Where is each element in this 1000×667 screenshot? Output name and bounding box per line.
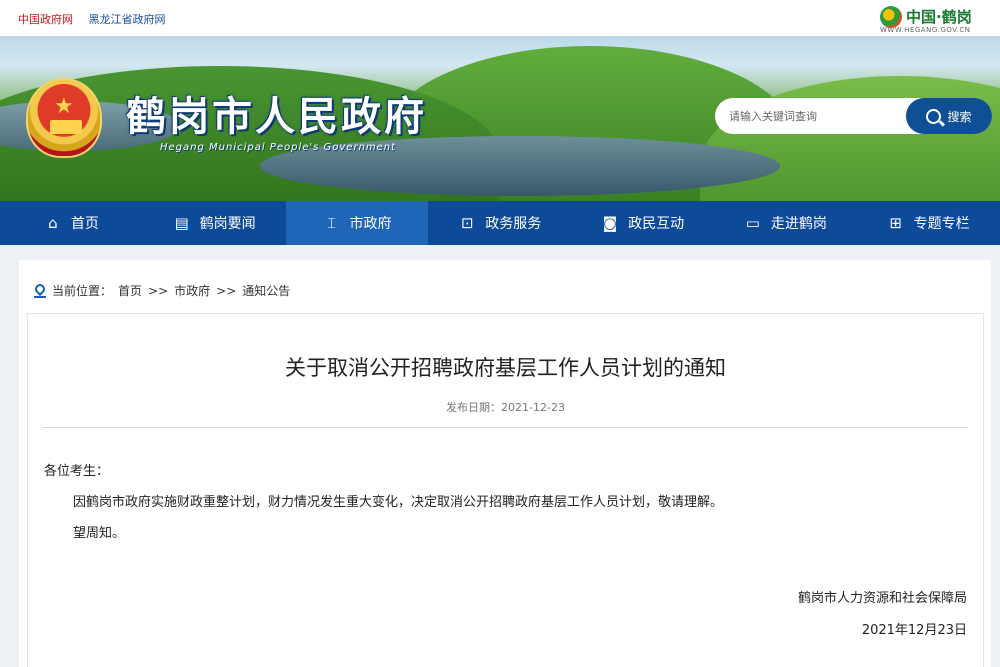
header-banner: ★ 鹤岗市人民政府 Hegang Municipal People's Gove… xyxy=(0,36,1000,202)
article-date: 发布日期：2021-12-23 xyxy=(446,401,565,414)
nav-item-interaction[interactable]: ◙ 政民互动 xyxy=(571,201,714,245)
signature-date: 2021年12月23日 xyxy=(861,623,967,638)
brand-url: WWW.HEGANG.GOV.CN xyxy=(880,26,971,34)
brand-name: 中国·鹤岗 xyxy=(906,8,972,26)
search-box: 搜索 xyxy=(715,98,992,134)
top-bar: 中国政府网 黑龙江省政府网 中国·鹤岗 WWW.HEGANG.GOV.CN xyxy=(0,0,1000,36)
title-divider xyxy=(42,427,968,428)
main-nav: ⌂ 首页 ▤ 鹤岗要闻 ⌶ 市政府 ⊡ 政务服务 ◙ 政民互动 ▭ 走进鹤岗 ⊞… xyxy=(0,201,1000,245)
nav-item-city-government[interactable]: ⌶ 市政府 xyxy=(285,201,429,245)
national-emblem-icon: ★ xyxy=(26,78,102,158)
nav-item-label: 专题专栏 xyxy=(913,216,970,232)
government-building-icon: ⌶ xyxy=(326,214,336,232)
hegang-logo-icon xyxy=(880,6,902,28)
document-icon: ▤ xyxy=(174,214,189,232)
nav-item-label: 市政府 xyxy=(349,216,392,232)
signature-organization: 鹤岗市人力资源和社会保障局 xyxy=(797,591,967,606)
breadcrumb-separator: >> xyxy=(216,283,237,298)
chat-icon: ◙ xyxy=(602,214,618,232)
site-title[interactable]: 鹤岗市人民政府 xyxy=(126,84,427,142)
service-icon: ⊡ xyxy=(460,214,474,232)
nav-item-government-services[interactable]: ⊡ 政务服务 xyxy=(428,201,571,245)
site-subtitle: Hegang Municipal People's Government xyxy=(160,142,397,153)
breadcrumb: 当前位置： 首页 >> 市政府 >> 通知公告 xyxy=(34,282,290,299)
location-pin-icon xyxy=(34,284,46,298)
article-paragraph: 因鹤岗市政府实施财政重整计划，财力情况发生重大变化，决定取消公开招聘政府基层工作… xyxy=(73,495,724,510)
article-salutation: 各位考生： xyxy=(44,464,110,479)
nav-item-news[interactable]: ▤ 鹤岗要闻 xyxy=(143,201,286,245)
nav-item-special-topics[interactable]: ⊞ 专题专栏 xyxy=(857,201,1000,245)
breadcrumb-notices[interactable]: 通知公告 xyxy=(242,282,290,299)
nav-item-label: 鹤岗要闻 xyxy=(199,216,256,232)
hegang-brand-logo[interactable]: 中国·鹤岗 WWW.HEGANG.GOV.CN xyxy=(880,4,990,34)
breadcrumb-city-government[interactable]: 市政府 xyxy=(174,282,210,299)
nav-item-label: 政民互动 xyxy=(628,216,685,232)
nav-item-label: 首页 xyxy=(70,216,99,232)
search-button-label: 搜索 xyxy=(947,109,972,124)
breadcrumb-separator: >> xyxy=(148,283,169,298)
article-paragraph: 望周知。 xyxy=(73,526,126,541)
nav-item-home[interactable]: ⌂ 首页 xyxy=(0,201,143,245)
breadcrumb-home[interactable]: 首页 xyxy=(118,282,142,299)
grid-icon: ⊞ xyxy=(889,214,902,232)
home-icon: ⌂ xyxy=(48,214,58,232)
link-china-gov[interactable]: 中国政府网 xyxy=(18,13,73,26)
search-input[interactable] xyxy=(729,106,899,126)
article: 关于取消公开招聘政府基层工作人员计划的通知 发布日期：2021-12-23 各位… xyxy=(27,313,984,667)
nav-item-label: 走进鹤岗 xyxy=(770,216,827,232)
search-button[interactable]: 搜索 xyxy=(906,98,992,134)
nav-item-about-hegang[interactable]: ▭ 走进鹤岗 xyxy=(714,201,857,245)
breadcrumb-prefix: 当前位置： xyxy=(52,284,113,298)
link-heilongjiang-gov[interactable]: 黑龙江省政府网 xyxy=(89,13,166,26)
search-icon xyxy=(926,108,942,124)
article-title: 关于取消公开招聘政府基层工作人员计划的通知 xyxy=(285,356,726,380)
top-links: 中国政府网 黑龙江省政府网 xyxy=(18,11,178,27)
monitor-icon: ▭ xyxy=(745,214,760,232)
nav-item-label: 政务服务 xyxy=(485,216,542,232)
